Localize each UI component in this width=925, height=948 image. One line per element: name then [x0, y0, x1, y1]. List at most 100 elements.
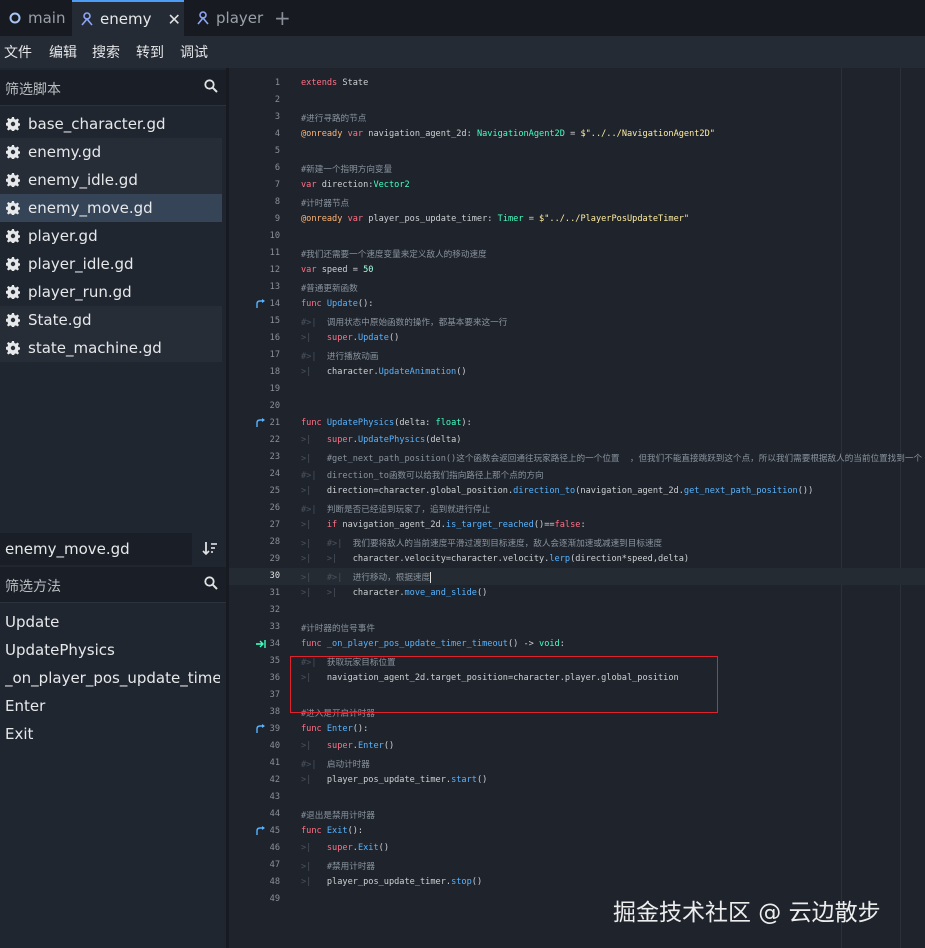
line-number: 34	[269, 639, 280, 649]
script-filter-input[interactable]: 筛选脚本	[0, 70, 226, 106]
code-line: >| if navigation_agent_2d.is_target_reac…	[301, 520, 586, 530]
code-line: var speed = 50	[301, 265, 374, 275]
code-line: #>| 进行播放动画	[301, 352, 379, 362]
menu-debug[interactable]: 调试	[180, 42, 208, 62]
method-item[interactable]: _on_player_pos_update_timer_...	[5, 669, 220, 687]
line-number: 30	[269, 571, 280, 581]
code-comment: #普通更新函数	[301, 284, 358, 294]
script-item[interactable]: State.gd	[0, 306, 222, 334]
code-line: >| super.Exit()	[301, 843, 389, 853]
code-line: #>| 启动计时器	[301, 760, 370, 770]
line-number: 19	[269, 384, 280, 394]
code-comment: #计时器的信号事件	[301, 624, 375, 634]
code-line: >| direction=character.global_position.d…	[301, 486, 814, 496]
code-line: var direction:Vector2	[301, 180, 410, 190]
method-filter-input[interactable]: 筛选方法	[0, 567, 226, 603]
line-number: 25	[269, 486, 280, 496]
line-number: 15	[269, 316, 280, 326]
method-item[interactable]: UpdatePhysics	[5, 641, 220, 659]
code-line: >| #>| 进行移动，根据速度	[301, 572, 432, 583]
line-number: 38	[269, 707, 280, 717]
script-item[interactable]: player_run.gd	[0, 278, 222, 306]
search-icon[interactable]	[204, 79, 218, 97]
line-number: 45	[269, 826, 280, 836]
add-tab-icon[interactable]: +	[274, 6, 291, 30]
gear-icon	[5, 285, 21, 300]
search-icon[interactable]	[204, 576, 218, 594]
line-number: 5	[274, 146, 280, 156]
code-line: @onready var player_pos_update_timer: Ti…	[301, 214, 690, 224]
script-item-label: enemy.gd	[28, 143, 102, 161]
menu-file[interactable]: 文件	[4, 42, 32, 62]
code-line: #>| 判断是否已经追到玩家了，追到就进行停止	[301, 505, 491, 515]
code-line: extends State	[301, 78, 369, 88]
tab-enemy[interactable]: enemy ✕	[72, 0, 184, 36]
line-number: 44	[269, 809, 280, 819]
tab-label: player	[216, 9, 264, 27]
code-line: >| super.UpdatePhysics(delta)	[301, 435, 462, 445]
script-item-label: enemy_idle.gd	[28, 171, 138, 189]
line-number: 11	[269, 248, 280, 258]
code-line: func Exit():	[301, 826, 364, 836]
line-number: 31	[269, 588, 280, 598]
menu-search[interactable]: 搜索	[92, 42, 120, 62]
code-line: func Enter():	[301, 724, 369, 734]
tab-player[interactable]: player	[188, 0, 280, 36]
sort-icon[interactable]	[202, 540, 218, 560]
method-filter-placeholder: 筛选方法	[5, 579, 61, 595]
scene-icon	[196, 11, 210, 25]
line-number: 7	[274, 180, 280, 190]
code-line: >| super.Enter()	[301, 741, 395, 751]
script-item[interactable]: enemy_move.gd	[0, 194, 222, 222]
script-item[interactable]: player.gd	[0, 222, 222, 250]
line-number: 17	[269, 350, 280, 360]
text-caret	[430, 572, 432, 583]
code-comment: #计时器节点	[301, 199, 350, 209]
code-line: #>| direction_to函数可以给我们指向路径上那个点的方向	[301, 471, 544, 481]
code-line: >| #get_next_path_position()这个函数会返回通往玩家路…	[301, 454, 923, 464]
method-item[interactable]: Update	[5, 613, 220, 631]
code-line: #>| 调用状态中原始函数的操作，都基本要来这一行	[301, 318, 508, 328]
gear-icon	[5, 117, 21, 132]
code-line: >| player_pos_update_timer.start()	[301, 775, 488, 785]
scene-icon	[80, 12, 94, 26]
close-icon[interactable]: ✕	[167, 10, 180, 29]
line-number: 2	[274, 95, 280, 105]
line-number: 1	[274, 78, 280, 88]
gear-icon	[5, 229, 21, 244]
method-item[interactable]: Exit	[5, 725, 220, 743]
line-number: 29	[269, 554, 280, 564]
line-number: 49	[269, 894, 280, 904]
line-number: 10	[269, 231, 280, 241]
line-number: 47	[269, 860, 280, 870]
method-item[interactable]: Enter	[5, 697, 220, 715]
line-number: 14	[269, 299, 280, 309]
line-number: 6	[274, 163, 280, 173]
script-item[interactable]: base_character.gd	[0, 110, 222, 138]
line-number: 26	[269, 503, 280, 513]
script-item-label: player_idle.gd	[28, 255, 134, 273]
code-line: >| #>| 我们要将敌人的当前速度平滑过渡到目标速度，敌人会逐渐加速或减速到目…	[301, 539, 663, 549]
line-number: 20	[269, 401, 280, 411]
script-item[interactable]: state_machine.gd	[0, 334, 222, 362]
line-number: 28	[269, 537, 280, 547]
highlight-box	[290, 656, 718, 713]
code-comment: #进行寻路的节点	[301, 114, 367, 124]
gear-icon	[5, 257, 21, 272]
menu-edit[interactable]: 编辑	[49, 42, 77, 62]
code-line: func UpdatePhysics(delta: float):	[301, 418, 472, 428]
script-item[interactable]: player_idle.gd	[0, 250, 222, 278]
line-number: 42	[269, 775, 280, 785]
line-number: 27	[269, 520, 280, 530]
script-item-label: player_run.gd	[28, 283, 132, 301]
watermark: 掘金技术社区 @ 云边散步	[613, 900, 881, 926]
script-item[interactable]: enemy_idle.gd	[0, 166, 222, 194]
script-item[interactable]: enemy.gd	[0, 138, 222, 166]
code-line: func Update():	[301, 299, 374, 309]
gear-icon	[5, 173, 21, 188]
line-number: 41	[269, 758, 280, 768]
code-line: >| super.Update()	[301, 333, 400, 343]
menu-goto[interactable]: 转到	[136, 42, 164, 62]
script-item-label: player.gd	[28, 227, 98, 245]
code-line: >| #禁用计时器	[301, 862, 376, 872]
